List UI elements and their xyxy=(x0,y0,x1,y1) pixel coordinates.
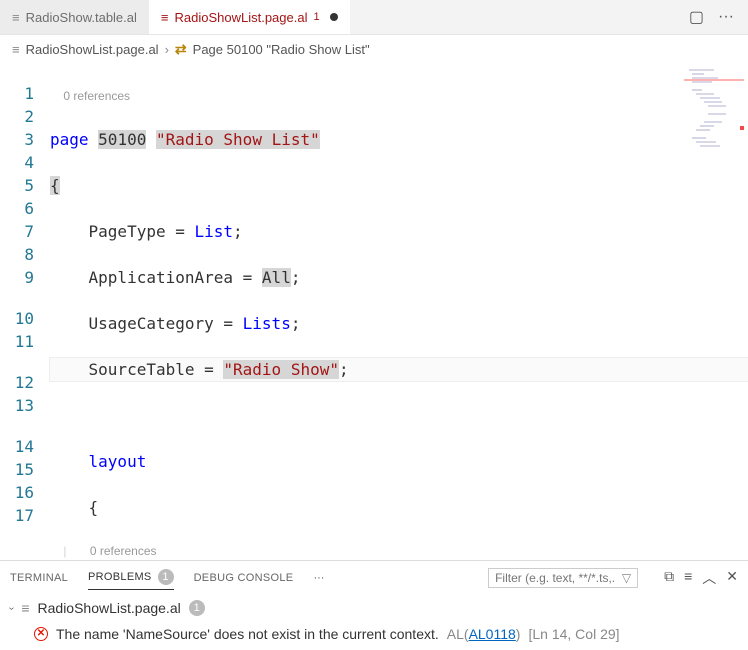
tab-terminal[interactable]: TERMINAL xyxy=(10,568,68,588)
breadcrumb: ≡ RadioShowList.page.al › ⇄ Page 50100 "… xyxy=(0,35,748,64)
split-editor-icon[interactable]: ▢ xyxy=(689,7,704,27)
minimap[interactable] xyxy=(684,66,744,186)
file-icon: ≡ xyxy=(12,10,20,25)
codelens[interactable]: | 0 references xyxy=(50,542,748,560)
line-gutter: 1 2 3 4 5 6 7 8 9 10 11 12 13 14 15 16 1… xyxy=(0,64,50,560)
file-icon: ≡ xyxy=(12,42,20,57)
tab-problems-label: PROBLEMS xyxy=(88,571,152,583)
chevron-up-icon[interactable]: ︿ xyxy=(702,568,716,588)
line-number: 7 xyxy=(0,220,34,243)
file-problems-badge: 1 xyxy=(189,600,205,616)
line-number: 6 xyxy=(0,197,34,220)
tab-bar: ≡ RadioShow.table.al ≡ RadioShowList.pag… xyxy=(0,0,748,35)
line-number: 12 xyxy=(0,371,34,394)
tab-debug-console[interactable]: DEBUG CONSOLE xyxy=(194,568,294,588)
tab-active[interactable]: ≡ RadioShowList.page.al 1 xyxy=(149,0,350,34)
breadcrumb-symbol[interactable]: Page 50100 "Radio Show List" xyxy=(193,42,370,57)
line-number: 9 xyxy=(0,266,34,289)
line-number: 13 xyxy=(0,394,34,417)
unsaved-dot-icon xyxy=(330,13,338,21)
line-number: 16 xyxy=(0,481,34,504)
problem-item[interactable]: ✕ The name 'NameSource' does not exist i… xyxy=(0,622,748,650)
error-icon: ✕ xyxy=(34,627,48,641)
problem-file-name: RadioShowList.page.al xyxy=(38,600,181,616)
line-number: 2 xyxy=(0,105,34,128)
breadcrumb-separator-icon: › xyxy=(165,42,169,57)
file-icon: ≡ xyxy=(161,10,169,25)
tab-label: RadioShow.table.al xyxy=(26,10,137,25)
line-number: 11 xyxy=(0,330,34,353)
line-number: 17 xyxy=(0,504,34,527)
line-number: 3 xyxy=(0,128,34,151)
line-number: 4 xyxy=(0,151,34,174)
copy-icon[interactable]: ⧉ xyxy=(664,568,674,588)
line-number: 5 xyxy=(0,174,34,197)
file-icon: ≡ xyxy=(21,600,29,616)
more-actions-icon[interactable]: ··· xyxy=(718,8,734,26)
problem-file-row[interactable]: › ≡ RadioShowList.page.al 1 xyxy=(0,594,748,622)
close-panel-icon[interactable]: ✕ xyxy=(726,568,738,588)
tab-problems[interactable]: PROBLEMS 1 xyxy=(88,565,174,590)
filter-input[interactable] xyxy=(495,571,616,585)
codelens[interactable]: 0 references xyxy=(50,87,748,105)
panel-tab-bar: TERMINAL PROBLEMS 1 DEBUG CONSOLE ··· ▽ … xyxy=(0,561,748,594)
problems-filter[interactable]: ▽ xyxy=(488,568,638,588)
panel-actions: ⧉ ≡ ︿ ✕ xyxy=(664,568,738,588)
line-number: 15 xyxy=(0,458,34,481)
editor[interactable]: 1 2 3 4 5 6 7 8 9 10 11 12 13 14 15 16 1… xyxy=(0,64,748,560)
tab-label: RadioShowList.page.al xyxy=(175,10,308,25)
filter-icon[interactable]: ▽ xyxy=(622,571,631,585)
tab-actions: ▢ ··· xyxy=(689,0,748,34)
problems-badge: 1 xyxy=(158,569,174,585)
tab-inactive[interactable]: ≡ RadioShow.table.al xyxy=(0,0,149,34)
bottom-panel: TERMINAL PROBLEMS 1 DEBUG CONSOLE ··· ▽ … xyxy=(0,560,748,650)
line-number: 8 xyxy=(0,243,34,266)
tab-modified-count: 1 xyxy=(313,11,319,23)
problem-location: [Ln 14, Col 29] xyxy=(528,626,619,642)
rule-link[interactable]: AL0118 xyxy=(469,626,516,642)
problem-message: The name 'NameSource' does not exist in … xyxy=(56,626,439,642)
collapse-all-icon[interactable]: ≡ xyxy=(684,568,692,588)
chevron-down-icon[interactable]: › xyxy=(6,606,17,609)
line-number: 1 xyxy=(0,82,34,105)
line-number: 10 xyxy=(0,307,34,330)
panel-more-icon[interactable]: ··· xyxy=(313,572,324,584)
symbol-icon: ⇄ xyxy=(175,41,187,58)
line-number: 14 xyxy=(0,435,34,458)
code-area[interactable]: 0 references page 50100 "Radio Show List… xyxy=(50,64,748,560)
breadcrumb-file[interactable]: RadioShowList.page.al xyxy=(26,42,159,57)
